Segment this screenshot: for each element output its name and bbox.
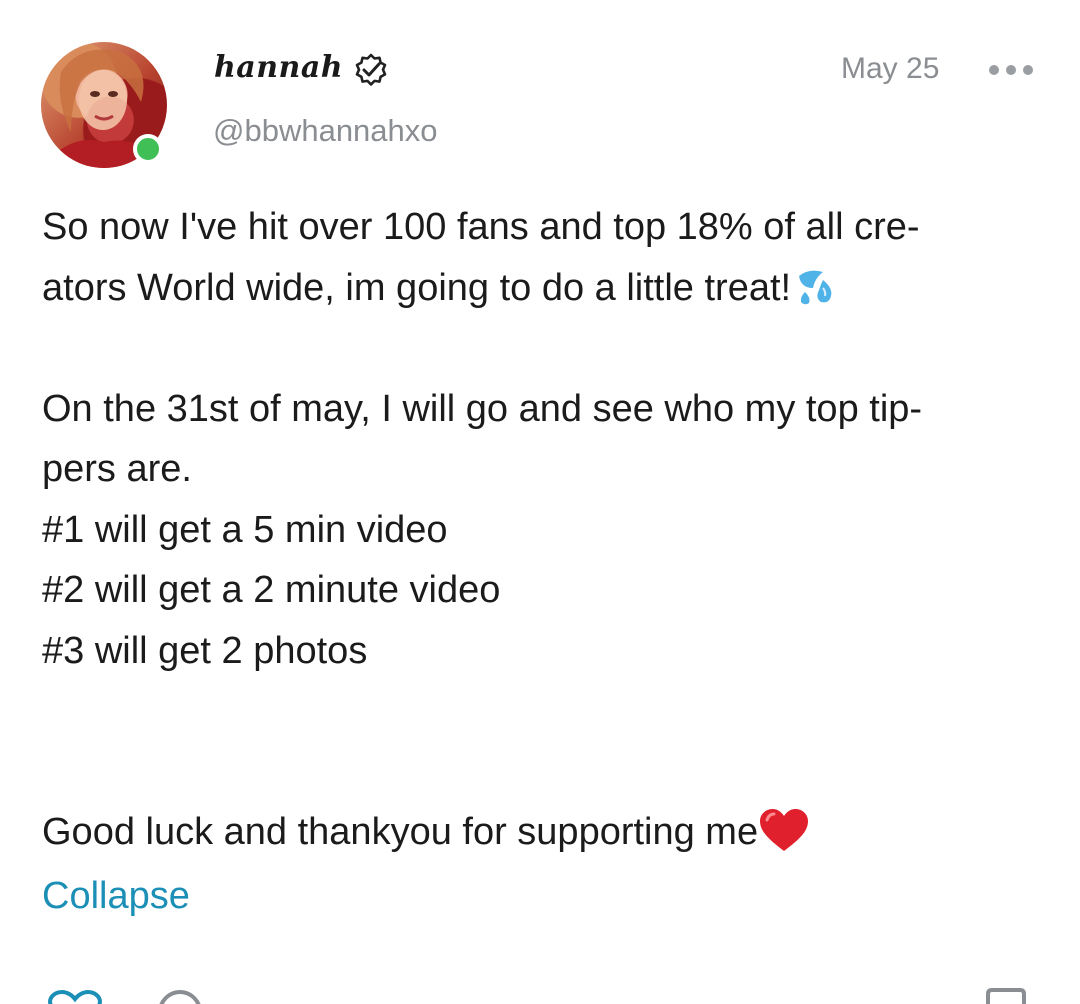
- author-username[interactable]: @bbwhannahxo: [213, 113, 438, 149]
- post-line: On the 31st of may, I will go and see wh…: [42, 387, 923, 430]
- comment-bubble-icon[interactable]: [154, 984, 206, 1004]
- post-line: #3 will get 2 photos: [42, 629, 368, 672]
- post-line: #2 will get a 2 minute video: [42, 569, 501, 611]
- post-line-with-emoji: Good luck and thankyou for supporting me: [42, 802, 1032, 863]
- post-line-text: Good luck and thankyou for supporting me: [42, 811, 759, 853]
- author-display-name[interactable]: hannah: [214, 50, 343, 85]
- post-line-text: ators World wide, im going to do a littl…: [42, 266, 792, 309]
- sweat-droplets-emoji: [799, 270, 832, 304]
- post-line-with-emoji: ators World wide, im going to do a littl…: [42, 258, 1032, 319]
- post-text: So now I've hit over 100 fans and top 18…: [42, 197, 1032, 863]
- online-status-dot: [133, 134, 163, 164]
- collapse-link[interactable]: Collapse: [42, 875, 190, 918]
- bookmark-icon[interactable]: [982, 986, 1030, 1004]
- verified-badge-icon: [355, 53, 387, 86]
- post-line: pers are.: [42, 448, 192, 490]
- red-heart-emoji: [760, 809, 809, 851]
- post-line: So now I've hit over 100 fans and top 18…: [42, 206, 920, 248]
- more-options-icon[interactable]: [987, 63, 1035, 77]
- post-line: #1 will get a 5 min video: [42, 508, 448, 551]
- heart-outline-icon[interactable]: [44, 984, 106, 1004]
- post-date: May 25: [841, 52, 940, 85]
